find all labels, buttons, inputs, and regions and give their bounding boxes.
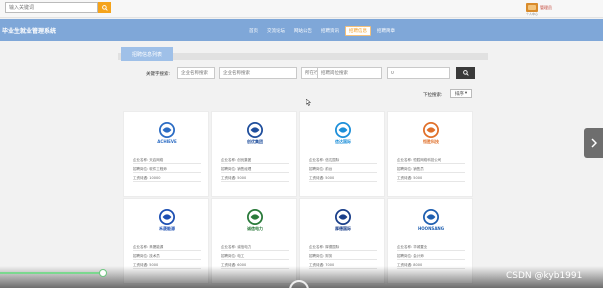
- salary-filter-input[interactable]: [387, 67, 450, 79]
- company-logo-icon: [159, 122, 175, 138]
- card-salary: 工资待遇: 10000: [133, 175, 201, 182]
- company-logo-text: 信达国际: [335, 138, 351, 144]
- company-logo: 诚信电力: [212, 206, 298, 234]
- search-input[interactable]: [5, 2, 98, 13]
- company-logo-icon: [423, 209, 439, 225]
- mouse-cursor-icon: [306, 99, 311, 106]
- card-company: 企业名称: 华城置业: [397, 244, 465, 251]
- chevron-down-icon: ▾: [464, 91, 468, 96]
- card-salary: 工资待遇: 5000: [397, 175, 465, 182]
- company-logo-text: HOONSANG: [417, 226, 445, 231]
- avatar: [526, 3, 538, 12]
- job-card[interactable]: ACHIEVE 企业名称: 天启网络 招聘岗位: 软件工程师 工资待遇: 10000: [123, 111, 209, 197]
- company-logo-text: 创优集团: [247, 138, 263, 144]
- company-logo-text: 禾晟能源: [159, 225, 175, 231]
- job-card[interactable]: 恒胜科技企业名称: 恒胜网络科技公司 招聘岗位: 销售员 工资待遇: 5000: [387, 111, 473, 197]
- nav-item-news[interactable]: 招聘资讯: [318, 27, 342, 35]
- nav-item-jobs[interactable]: 招聘信息: [345, 26, 371, 36]
- company-logo-text: ACHIEVE: [157, 139, 177, 144]
- card-position: 招聘岗位: 销售员: [397, 166, 465, 173]
- card-position: 招聘岗位: 软件工程师: [133, 166, 201, 173]
- nav-item-forum[interactable]: 交流论坛: [264, 27, 288, 35]
- company-logo: ACHIEVE: [124, 119, 210, 147]
- card-company: 企业名称: 天启网络: [133, 157, 201, 164]
- company-logo-icon: [335, 208, 351, 225]
- search-icon: [462, 70, 469, 76]
- card-position: 招聘岗位: 前台: [309, 166, 377, 173]
- company-search-input[interactable]: [177, 67, 215, 79]
- user-menu[interactable]: 管理员: [526, 3, 552, 12]
- company-logo: 禾晟能源: [124, 206, 210, 234]
- company-logo-text: 恒胜科技: [423, 138, 439, 144]
- company-logo-icon: [423, 121, 439, 138]
- video-progress-handle[interactable]: [99, 269, 107, 277]
- card-salary: 工资待遇: 5000: [309, 175, 377, 182]
- card-company: 企业名称: 恒胜网络科技公司: [397, 157, 465, 164]
- company-logo-icon: [247, 208, 263, 225]
- top-search-bar: 管理员 个人中心: [0, 0, 603, 18]
- card-company: 企业名称: 厚德国际: [309, 244, 377, 251]
- site-title: 毕业生就业管理系统: [2, 28, 57, 35]
- position-filter-input[interactable]: [317, 67, 382, 79]
- card-position: 招聘岗位: 会计师: [397, 253, 465, 260]
- company-logo-text: 厚德国际: [335, 225, 351, 231]
- filter-label: 关键字搜索:: [146, 72, 171, 77]
- user-name: 管理员: [540, 4, 552, 10]
- company-logo-icon: [159, 208, 175, 225]
- card-position: 招聘岗位: 财务: [309, 253, 377, 260]
- card-company: 企业名称: 禾晟能源: [133, 244, 201, 251]
- nav-item-brochure[interactable]: 招聘简章: [374, 27, 398, 35]
- card-position: 招聘岗位: 技术员: [133, 253, 201, 260]
- chevron-right-icon: [590, 138, 597, 148]
- card-position: 招聘岗位: 电工: [221, 253, 289, 260]
- sort-select-value: 排序: [454, 91, 464, 97]
- section-tab-strip: [118, 53, 488, 60]
- company-logo: 厚德国际: [300, 206, 386, 234]
- side-panel-handle[interactable]: [584, 128, 603, 158]
- company-logo-text: 诚信电力: [247, 225, 263, 231]
- video-progress-bar[interactable]: [0, 272, 103, 274]
- company-logo: HOONSANG: [388, 206, 474, 234]
- company-logo-icon: [247, 121, 263, 138]
- sort-select[interactable]: 排序 ▾: [450, 89, 472, 98]
- card-position: 招聘岗位: 销售经理: [221, 166, 289, 173]
- company-logo: 恒胜科技: [388, 119, 474, 147]
- nav-item-home[interactable]: 首页: [246, 27, 261, 35]
- section-tab[interactable]: 招聘信息列表: [121, 47, 173, 61]
- search-icon: [101, 4, 108, 11]
- company-logo: 创优集团: [212, 119, 298, 147]
- watermark: CSDN @kyb1991: [506, 271, 583, 281]
- company-logo: 信达国际: [300, 119, 386, 147]
- card-company: 企业名称: 创优集团: [221, 157, 289, 164]
- company-filter-input[interactable]: [219, 67, 297, 79]
- card-company: 企业名称: 诚信电力: [221, 244, 289, 251]
- site-header: 毕业生就业管理系统 首页 交流论坛 网站公告 招聘资讯 招聘信息 招聘简章: [0, 19, 603, 41]
- search-button[interactable]: [98, 2, 111, 13]
- card-company: 企业名称: 信达国际: [309, 157, 377, 164]
- sort-label: 下拉搜索:: [423, 93, 443, 98]
- job-card[interactable]: 信达国际企业名称: 信达国际 招聘岗位: 前台 工资待遇: 5000: [299, 111, 385, 197]
- job-card[interactable]: 创优集团企业名称: 创优集团 招聘岗位: 销售经理 工资待遇: 5000: [211, 111, 297, 197]
- card-salary: 工资待遇: 5000: [221, 175, 289, 182]
- main-nav: 首页 交流论坛 网站公告 招聘资讯 招聘信息 招聘简章: [246, 26, 398, 36]
- nav-item-notice[interactable]: 网站公告: [291, 27, 315, 35]
- filter-search-button[interactable]: [456, 67, 475, 79]
- user-center-link[interactable]: 个人中心: [526, 12, 538, 16]
- company-logo-icon: [335, 121, 351, 138]
